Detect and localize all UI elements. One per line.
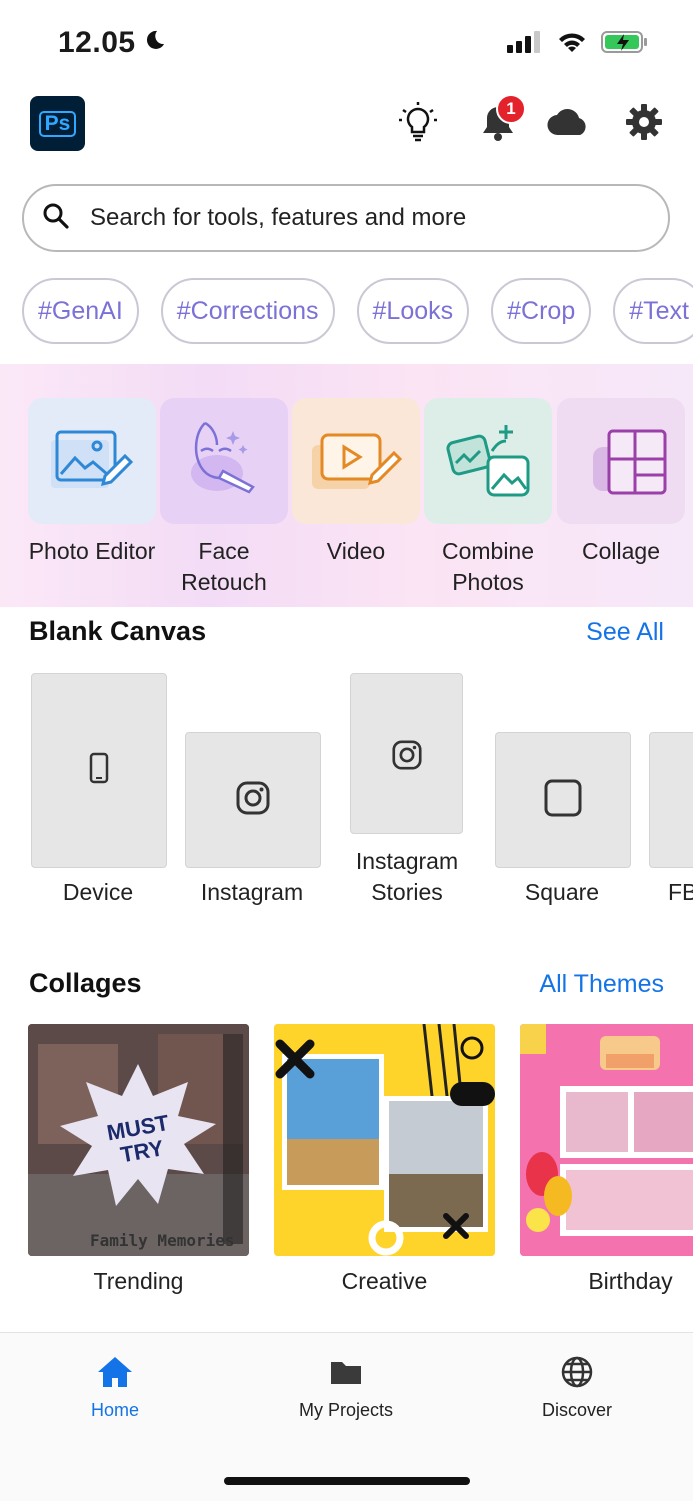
canvas-instagram-stories-card[interactable] — [350, 673, 463, 834]
canvas-label: Square — [524, 879, 600, 905]
nav-my-projects[interactable]: My Projects — [276, 1354, 416, 1421]
moon-icon — [142, 26, 166, 60]
bell-icon[interactable]: 1 — [476, 94, 526, 144]
tool-face-retouch[interactable]: Face Retouch — [160, 398, 288, 598]
canvas-square-card[interactable] — [495, 732, 631, 868]
search-bar[interactable] — [22, 184, 670, 252]
collages-title: Collages — [29, 968, 142, 998]
status-time-text: 12.05 — [58, 26, 136, 59]
nav-discover[interactable]: Discover — [507, 1354, 647, 1421]
tool-label: Face Retouch — [181, 538, 267, 595]
nav-label: Discover — [541, 1400, 612, 1420]
folder-icon — [276, 1354, 416, 1390]
chip-corrections[interactable]: #Corrections — [160, 278, 335, 344]
collage-trending-card[interactable]: MUST TRY Family Memories — [28, 1024, 249, 1256]
tool-label: Collage — [582, 538, 660, 564]
nav-label: Home — [90, 1400, 139, 1420]
tool-combine-photos[interactable]: Combine Photos — [424, 398, 552, 598]
home-indicator[interactable] — [224, 1477, 470, 1485]
chip-looks[interactable]: #Looks — [356, 278, 470, 344]
birthday-collage-image — [520, 1024, 693, 1256]
canvas-label: Instagram — [200, 879, 304, 905]
status-time: 12.05 — [58, 26, 166, 60]
status-icons — [507, 30, 649, 59]
globe-icon — [507, 1354, 647, 1390]
chip-text[interactable]: #Text — [613, 278, 693, 344]
tool-label: Combine Photos — [441, 538, 535, 595]
canvas-label: Instagram Stories — [355, 848, 459, 905]
canvas-instagram-card[interactable] — [185, 732, 321, 868]
nav-label: My Projects — [298, 1400, 394, 1420]
canvas-label: Device — [62, 879, 134, 905]
canvas-fb-card[interactable] — [649, 732, 693, 868]
lightbulb-icon[interactable] — [396, 100, 440, 144]
collage-label: Birthday — [588, 1268, 673, 1294]
see-all-link[interactable]: See All — [586, 618, 664, 647]
face-retouch-icon — [160, 398, 288, 524]
app-logo-text: Ps — [38, 110, 77, 137]
phone-icon — [89, 752, 109, 789]
canvas-label: FB — [668, 879, 693, 905]
home-icon — [45, 1354, 185, 1390]
search-icon — [42, 202, 70, 235]
tool-label: Video — [326, 538, 386, 564]
blank-canvas-title: Blank Canvas — [29, 616, 207, 646]
gear-icon[interactable] — [622, 100, 666, 144]
nav-home[interactable]: Home — [45, 1354, 185, 1421]
collage-creative-card[interactable] — [274, 1024, 495, 1256]
tool-photo-editor[interactable]: Photo Editor — [28, 398, 156, 567]
chip-crop[interactable]: #Crop — [491, 278, 592, 344]
tool-label: Photo Editor — [28, 538, 156, 564]
signal-icon — [507, 30, 543, 59]
tag-chips: #GenAI #Corrections #Looks #Crop #Text — [22, 278, 693, 344]
chip-genai[interactable]: #GenAI — [22, 278, 139, 344]
instagram-icon — [236, 781, 270, 820]
creative-collage-image — [274, 1024, 495, 1256]
wifi-icon — [557, 30, 587, 59]
family-memories-caption: Family Memories — [90, 1231, 235, 1250]
search-input[interactable] — [88, 203, 652, 233]
canvas-device-card[interactable] — [31, 673, 167, 868]
collage-birthday-card[interactable] — [520, 1024, 693, 1256]
all-themes-link[interactable]: All Themes — [539, 970, 664, 999]
battery-charging-icon — [601, 30, 649, 59]
collage-grid-icon — [557, 398, 685, 524]
combine-photos-icon — [424, 398, 552, 524]
tool-video[interactable]: Video — [292, 398, 420, 567]
video-edit-icon — [292, 398, 420, 524]
cloud-icon[interactable] — [546, 100, 590, 144]
tool-collage[interactable]: Collage — [557, 398, 685, 567]
collage-label: Trending — [93, 1268, 184, 1294]
app-logo[interactable]: Ps — [30, 96, 85, 151]
notification-badge: 1 — [496, 94, 526, 124]
square-icon — [544, 779, 582, 822]
photo-edit-icon — [28, 398, 156, 524]
instagram-icon — [391, 740, 422, 775]
collage-label: Creative — [341, 1268, 428, 1294]
